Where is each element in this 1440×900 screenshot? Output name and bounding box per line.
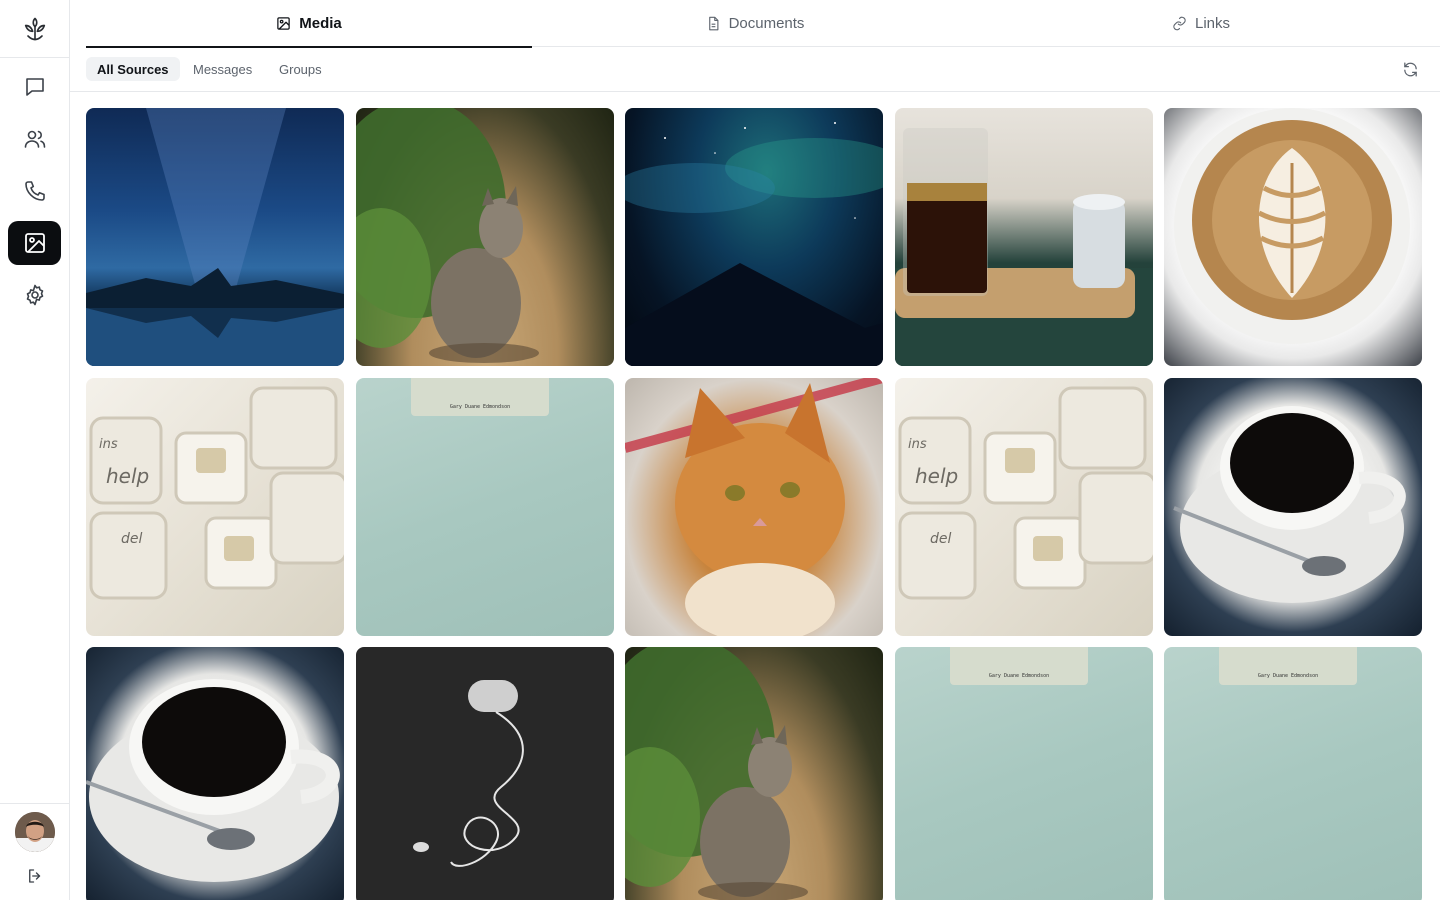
media-thumbnail[interactable] xyxy=(86,647,344,900)
media-thumbnail[interactable] xyxy=(356,108,614,366)
filter-all-sources[interactable]: All Sources xyxy=(86,57,180,81)
logout-icon xyxy=(29,869,41,883)
source-filter-bar: All Sources Messages Groups xyxy=(70,48,1440,92)
tab-documents[interactable]: Documents xyxy=(532,0,978,46)
svg-text:del: del xyxy=(121,531,143,547)
sidebar-item-media[interactable] xyxy=(8,221,61,265)
media-caption: Gary Duane Edmondson xyxy=(1219,647,1357,685)
logout-button[interactable] xyxy=(24,865,46,887)
svg-text:help: help xyxy=(915,464,958,488)
sidebar-item-chats[interactable] xyxy=(8,65,61,109)
media-thumbnail[interactable] xyxy=(356,647,614,900)
media-thumbnail[interactable] xyxy=(625,647,883,900)
svg-text:help: help xyxy=(106,464,149,488)
chat-bubble-icon xyxy=(25,78,44,96)
media-thumbnail[interactable]: Gary Duane Edmondson xyxy=(1164,647,1422,900)
tab-media[interactable]: Media xyxy=(86,0,532,48)
svg-text:ins: ins xyxy=(908,437,927,452)
media-thumbnail[interactable]: Gary Duane Edmondson xyxy=(356,378,614,636)
media-thumbnail[interactable] xyxy=(625,378,883,636)
media-thumbnail[interactable] xyxy=(895,108,1153,366)
media-thumbnail[interactable] xyxy=(625,108,883,366)
gear-icon xyxy=(26,284,43,306)
tab-links[interactable]: Links xyxy=(978,0,1424,46)
sidebar-item-contacts[interactable] xyxy=(8,117,61,161)
app-logo-icon[interactable] xyxy=(18,12,52,46)
tab-label: Links xyxy=(1194,14,1231,32)
filter-messages[interactable]: Messages xyxy=(182,57,263,81)
media-caption: Gary Duane Edmondson xyxy=(950,647,1088,685)
phone-icon xyxy=(24,181,45,201)
link-icon xyxy=(1173,16,1186,30)
app-root: Media Documents Links All Sources Messag… xyxy=(0,0,1440,900)
sidebar-item-calls[interactable] xyxy=(8,169,61,213)
refresh-button[interactable] xyxy=(1400,59,1420,79)
refresh-icon xyxy=(1403,61,1417,77)
sidebar xyxy=(0,0,70,900)
user-avatar[interactable] xyxy=(15,812,55,852)
users-icon xyxy=(24,130,45,148)
media-thumbnail[interactable]: ins help del xyxy=(895,378,1153,636)
tab-label: Documents xyxy=(728,14,805,32)
svg-text:del: del xyxy=(930,531,952,547)
content-tabs: Media Documents Links xyxy=(86,0,1440,48)
media-thumbnail[interactable] xyxy=(86,108,344,366)
document-icon xyxy=(708,16,718,30)
sidebar-item-settings[interactable] xyxy=(8,273,61,317)
media-thumbnail[interactable]: ins help del xyxy=(86,378,344,636)
image-icon xyxy=(24,233,45,253)
media-thumbnail[interactable] xyxy=(1164,378,1422,636)
media-caption: Gary Duane Edmondson xyxy=(411,378,549,416)
media-thumbnail[interactable] xyxy=(1164,108,1422,366)
sidebar-divider xyxy=(0,803,69,804)
filter-groups[interactable]: Groups xyxy=(268,57,333,81)
image-icon xyxy=(277,16,290,30)
media-thumbnail[interactable]: Gary Duane Edmondson xyxy=(895,647,1153,900)
tab-label: Media xyxy=(299,14,342,32)
sidebar-divider xyxy=(0,57,69,58)
svg-text:ins: ins xyxy=(99,437,118,452)
